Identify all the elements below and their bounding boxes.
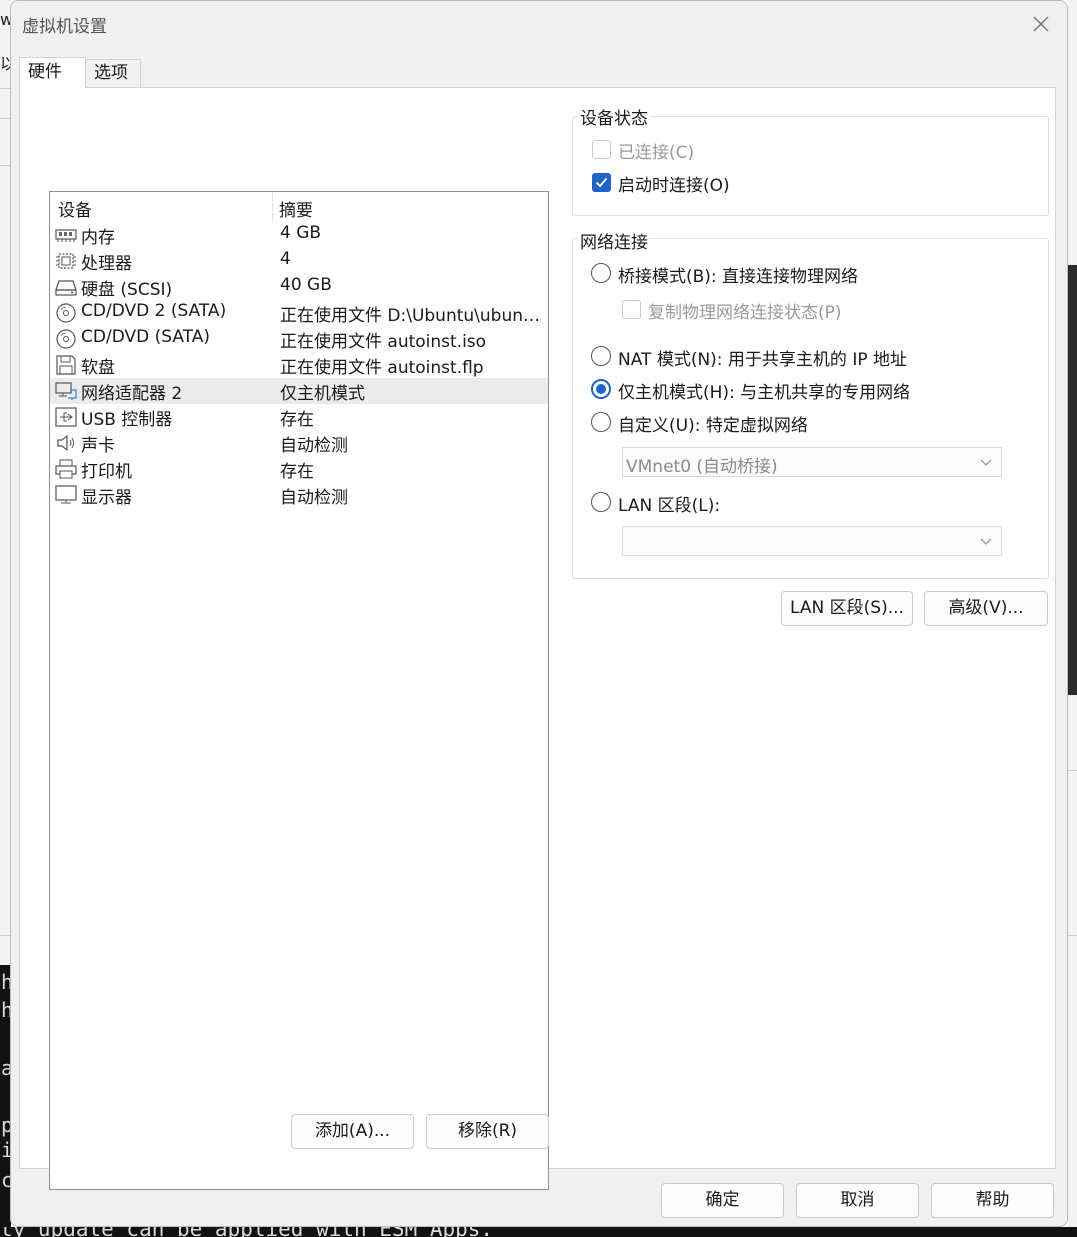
processor-icon xyxy=(56,253,76,269)
network-connection-label: 网络连接 xyxy=(578,228,650,253)
tab-label: 硬件 xyxy=(28,62,62,82)
device-summary: 仅主机模式 xyxy=(280,384,365,404)
help-button[interactable]: 帮助 xyxy=(931,1183,1054,1218)
memory-icon xyxy=(55,229,77,242)
chevron-down-icon xyxy=(980,459,992,466)
cd-dvd-icon xyxy=(56,303,76,323)
hardware-panel: 设备 摘要 内存 4 GB 处理器 4 硬盘 (SCSI) 40 GB CD/D… xyxy=(19,87,1056,1190)
background-app-right-dark xyxy=(1068,265,1077,695)
background-terminal-line: ty update can be applied with ESM Apps. xyxy=(0,1227,1077,1237)
device-name: 网络适配器 2 xyxy=(81,384,183,404)
device-row-sound-card[interactable]: 声卡 自动检测 xyxy=(50,430,548,456)
lan-segment-select[interactable] xyxy=(622,526,1002,556)
device-row-usb-controller[interactable]: USB 控制器 存在 xyxy=(50,404,548,430)
device-row-cd-dvd[interactable]: CD/DVD (SATA) 正在使用文件 autoinst.iso xyxy=(50,326,548,352)
custom-radio[interactable] xyxy=(591,412,611,432)
cd-dvd-icon xyxy=(56,329,76,349)
device-name: 处理器 xyxy=(81,254,132,274)
speaker-icon xyxy=(57,434,74,452)
device-name: 声卡 xyxy=(81,436,115,456)
device-row-printer[interactable]: 打印机 存在 xyxy=(50,456,548,482)
device-list[interactable]: 设备 摘要 内存 4 GB 处理器 4 硬盘 (SCSI) 40 GB CD/D… xyxy=(49,191,549,1190)
close-icon xyxy=(1033,16,1049,32)
device-row-cd-dvd-2[interactable]: CD/DVD 2 (SATA) 正在使用文件 D:\Ubuntu\ubuntu-… xyxy=(50,300,548,326)
device-summary: 存在 xyxy=(280,410,314,430)
tab-hardware[interactable]: 硬件 xyxy=(19,57,86,88)
device-name: CD/DVD (SATA) xyxy=(81,327,210,347)
checkmark-icon xyxy=(595,177,608,188)
host-only-label: 仅主机模式(H): 与主机共享的专用网络 xyxy=(618,383,911,403)
device-row-floppy[interactable]: 软盘 正在使用文件 autoinst.flp xyxy=(50,352,548,378)
device-row-network-adapter-2[interactable]: 网络适配器 2 仅主机模式 xyxy=(50,378,548,404)
device-summary: 4 xyxy=(280,249,291,269)
device-row-display[interactable]: 显示器 自动检测 xyxy=(50,482,548,508)
background-divider xyxy=(1068,935,1077,936)
replicate-state-checkbox[interactable] xyxy=(622,300,641,319)
cancel-button[interactable]: 取消 xyxy=(796,1183,919,1218)
vm-settings-dialog: 虚拟机设置 硬件 选项 设备 摘要 内存 4 GB 处理器 4 硬盘 (SCSI… xyxy=(10,0,1068,1227)
custom-label: 自定义(U): 特定虚拟网络 xyxy=(618,416,808,436)
device-summary: 正在使用文件 autoinst.iso xyxy=(280,332,487,352)
title-bar[interactable]: 虚拟机设置 xyxy=(11,1,1067,45)
connect-at-power-on-label: 启动时连接(O) xyxy=(618,176,730,196)
advanced-button[interactable]: 高级(V)... xyxy=(924,591,1048,626)
monitor-icon xyxy=(55,485,77,504)
device-row-hard-disk[interactable]: 硬盘 (SCSI) 40 GB xyxy=(50,274,548,300)
list-header: 设备 摘要 xyxy=(50,192,548,222)
ok-button[interactable]: 确定 xyxy=(661,1183,784,1218)
custom-network-select[interactable]: VMnet0 (自动桥接) xyxy=(622,447,1002,477)
column-header-device[interactable]: 设备 xyxy=(58,196,92,221)
column-divider[interactable] xyxy=(272,192,273,222)
connected-label: 已连接(C) xyxy=(618,143,695,163)
device-summary: 存在 xyxy=(280,462,314,482)
usb-icon xyxy=(55,407,77,427)
remove-device-button[interactable]: 移除(R) xyxy=(426,1114,549,1149)
device-status-group xyxy=(572,116,1049,216)
replicate-state-label: 复制物理网络连接状态(P) xyxy=(648,303,842,323)
device-summary: 自动检测 xyxy=(280,488,348,508)
tab-label: 选项 xyxy=(94,63,128,83)
host-only-radio[interactable] xyxy=(591,379,611,399)
device-summary: 40 GB xyxy=(280,275,332,295)
connected-checkbox[interactable] xyxy=(592,140,611,159)
close-button[interactable] xyxy=(1021,7,1061,41)
device-name: 软盘 xyxy=(81,358,115,378)
device-name: CD/DVD 2 (SATA) xyxy=(81,301,227,321)
device-summary: 自动检测 xyxy=(280,436,348,456)
floppy-icon xyxy=(56,355,76,375)
printer-icon xyxy=(55,459,77,479)
nat-radio[interactable] xyxy=(591,346,611,366)
lan-segments-button[interactable]: LAN 区段(S)... xyxy=(781,591,913,626)
device-row-processor[interactable]: 处理器 4 xyxy=(50,248,548,274)
bridged-radio[interactable] xyxy=(591,263,611,283)
lan-segment-radio[interactable] xyxy=(591,492,611,512)
custom-network-value: VMnet0 (自动桥接) xyxy=(626,457,778,477)
terminal-text: ty update can be applied with ESM Apps. xyxy=(0,1227,493,1237)
connect-at-power-on-checkbox[interactable] xyxy=(592,173,611,192)
device-status-label: 设备状态 xyxy=(578,104,650,129)
hard-disk-icon xyxy=(55,280,77,296)
background-divider xyxy=(1068,770,1077,771)
bridged-label: 桥接模式(B): 直接连接物理网络 xyxy=(618,267,859,287)
device-name: 硬盘 (SCSI) xyxy=(81,280,173,300)
network-adapter-icon xyxy=(55,382,77,400)
device-summary: 正在使用文件 D:\Ubuntu\ubuntu-24.04 xyxy=(280,306,542,326)
device-name: 显示器 xyxy=(81,488,132,508)
device-summary: 正在使用文件 autoinst.flp xyxy=(280,358,484,378)
device-name: 内存 xyxy=(81,228,115,248)
chevron-down-icon xyxy=(980,538,992,545)
device-summary: 4 GB xyxy=(280,223,322,243)
tab-options[interactable]: 选项 xyxy=(85,59,141,87)
lan-segment-label: LAN 区段(L): xyxy=(618,496,721,516)
device-row-memory[interactable]: 内存 4 GB xyxy=(50,222,548,248)
nat-label: NAT 模式(N): 用于共享主机的 IP 地址 xyxy=(618,350,907,370)
dialog-title: 虚拟机设置 xyxy=(22,17,107,37)
device-name: 打印机 xyxy=(81,462,132,482)
column-header-summary[interactable]: 摘要 xyxy=(279,196,313,221)
add-device-button[interactable]: 添加(A)... xyxy=(291,1114,414,1149)
device-name: USB 控制器 xyxy=(81,410,173,430)
